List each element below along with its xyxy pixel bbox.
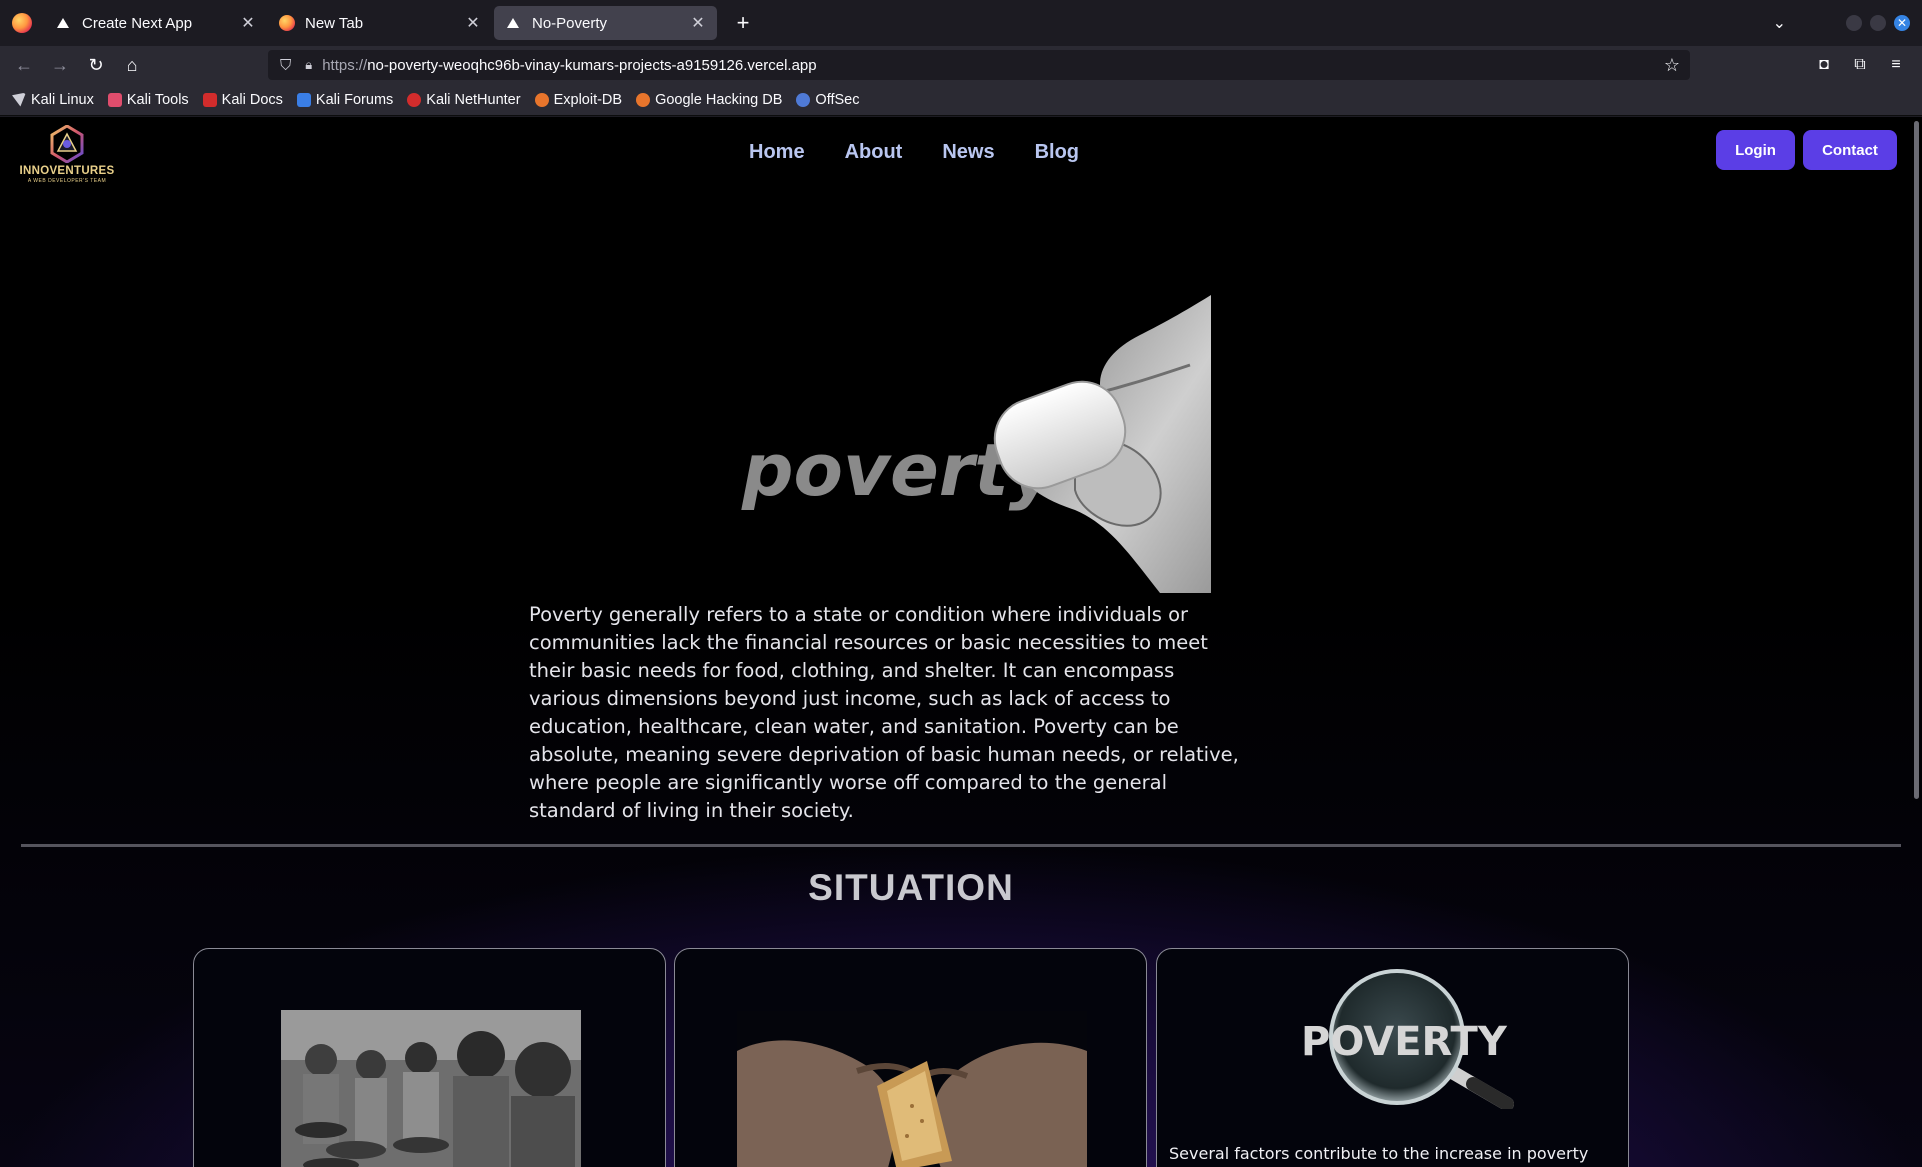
bookmark-exploit-db[interactable]: Exploit-DB [534, 91, 623, 108]
site-logo[interactable]: INNOVENTURES A WEB DEVELOPER'S TEAM [16, 124, 118, 184]
main-nav: Home About News Blog [749, 141, 1119, 164]
tab-close-icon[interactable]: ✕ [464, 13, 482, 33]
kali-forums-icon [296, 92, 311, 107]
bookmark-label: Exploit-DB [553, 91, 623, 108]
ghdb-icon [636, 92, 651, 107]
home-icon[interactable]: ⌂ [114, 55, 150, 76]
bookmark-kali-docs[interactable]: Kali Docs [202, 91, 283, 108]
vercel-icon [57, 18, 69, 28]
bookmark-label: Kali Forums [315, 91, 394, 108]
poverty-image-word: POVERTY [1301, 1019, 1508, 1065]
bookmark-kali-nethunter[interactable]: Kali NetHunter [407, 91, 521, 108]
tab-new-tab[interactable]: New Tab ✕ [269, 6, 492, 40]
site-header: INNOVENTURES A WEB DEVELOPER'S TEAM Home… [0, 117, 1922, 237]
situation-heading: SITUATION [808, 867, 1014, 908]
tab-title: No-Poverty [532, 14, 608, 32]
login-button[interactable]: Login [1716, 130, 1795, 170]
lock-icon[interactable]: 🔒︎ [305, 57, 312, 73]
bookmark-label: Kali Tools [126, 91, 189, 108]
situation-card[interactable]: POVERTY Several factors contribute to th… [1156, 948, 1629, 1167]
pocket-icon[interactable]: ◘ [1806, 56, 1842, 74]
section-divider [21, 844, 1901, 847]
bookmark-label: Kali Docs [221, 91, 283, 108]
browser-tab-bar: Create Next App ✕ New Tab ✕ No-Poverty ✕… [0, 0, 1922, 46]
card-description: Several factors contribute to the increa… [1169, 1144, 1589, 1163]
bookmark-kali-forums[interactable]: Kali Forums [296, 91, 394, 108]
firefox-menu-icon[interactable] [12, 13, 32, 33]
url-bar[interactable]: ⛉ 🔒︎ https://no-poverty-weoqhc96b-vinay-… [268, 50, 1690, 80]
nav-about[interactable]: About [845, 141, 903, 164]
new-tab-plus-icon[interactable]: + [729, 10, 757, 36]
tab-close-icon[interactable]: ✕ [689, 13, 707, 33]
close-window-icon[interactable]: ✕ [1894, 15, 1910, 31]
kali-dragon-icon [12, 92, 26, 107]
situation-card[interactable] [674, 948, 1147, 1167]
url-host: no-poverty-weoqhc96b-vinay-kumars-projec… [367, 56, 817, 74]
page-viewport: INNOVENTURES A WEB DEVELOPER'S TEAM Home… [0, 117, 1922, 1167]
tab-title: New Tab [305, 14, 364, 32]
bookmark-label: Kali Linux [31, 91, 94, 108]
bookmark-label: OffSec [815, 91, 860, 108]
reload-icon[interactable]: ↻ [78, 55, 114, 76]
tab-create-next-app[interactable]: Create Next App ✕ [44, 6, 267, 40]
tab-close-icon[interactable]: ✕ [239, 13, 257, 33]
situation-card[interactable] [193, 948, 666, 1167]
logo-mark-icon [50, 124, 84, 164]
nav-home[interactable]: Home [749, 141, 805, 164]
extensions-icon[interactable]: ⧉ [1842, 56, 1878, 74]
tracking-shield-icon[interactable]: ⛉ [280, 57, 291, 74]
back-arrow-icon[interactable]: ← [6, 55, 42, 76]
kali-nethunter-icon [407, 92, 422, 107]
kali-docs-icon [202, 92, 217, 107]
bookmark-label: Kali NetHunter [426, 91, 521, 108]
tab-no-poverty[interactable]: No-Poverty ✕ [494, 6, 717, 40]
bookmarks-bar: Kali Linux Kali Tools Kali Docs Kali For… [0, 84, 1922, 116]
bookmark-google-hacking-db[interactable]: Google Hacking DB [636, 92, 782, 108]
url-text[interactable]: https://no-poverty-weoqhc96b-vinay-kumar… [322, 57, 1664, 74]
tab-title: Create Next App [82, 14, 193, 32]
hero-description: Poverty generally refers to a state or c… [529, 603, 1239, 822]
bookmark-kali-linux[interactable]: Kali Linux [12, 92, 94, 108]
bookmark-kali-tools[interactable]: Kali Tools [107, 91, 189, 108]
nav-news[interactable]: News [942, 141, 994, 164]
offsec-icon [796, 92, 811, 107]
hands-bread-photo [737, 1011, 1087, 1167]
children-photo [281, 1010, 581, 1167]
minimize-window-icon[interactable] [1846, 15, 1862, 31]
url-scheme: https:// [322, 56, 368, 74]
firefox-icon [279, 15, 295, 31]
tab-list-chevron-icon[interactable]: ⌄ [1773, 13, 1786, 33]
forward-arrow-icon[interactable]: → [42, 55, 78, 76]
nav-blog[interactable]: Blog [1035, 141, 1079, 164]
browser-toolbar: ← → ↻ ⌂ ⛉ 🔒︎ https://no-poverty-weoqhc96… [0, 46, 1922, 84]
hero-poverty-image: poverty [730, 295, 1211, 593]
bookmark-label: Google Hacking DB [655, 91, 783, 108]
maximize-window-icon[interactable] [1870, 15, 1886, 31]
magnifier-poverty-image: POVERTY [1297, 969, 1527, 1109]
logo-tagline: A WEB DEVELOPER'S TEAM [27, 178, 107, 184]
logo-text: INNOVENTURES [19, 165, 115, 177]
bookmark-offsec[interactable]: OffSec [796, 92, 859, 108]
exploit-db-icon [534, 92, 549, 107]
bookmark-star-icon[interactable]: ☆ [1664, 55, 1680, 76]
kali-tools-icon [107, 92, 122, 107]
vercel-icon [507, 18, 519, 28]
contact-button[interactable]: Contact [1803, 130, 1897, 170]
app-menu-icon[interactable]: ≡ [1878, 56, 1914, 74]
